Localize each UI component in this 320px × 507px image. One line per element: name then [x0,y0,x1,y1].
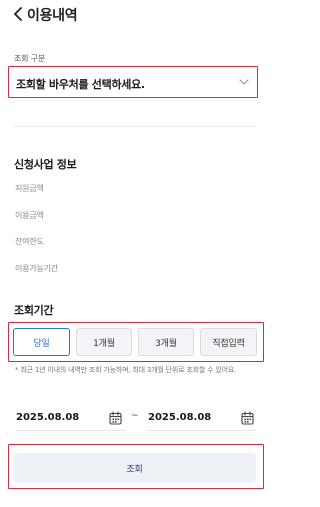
period-option-group: 당일 1개월 3개월 직접입력 [8,322,264,362]
info-item-available-period: 이용가능기간 [15,264,58,273]
section-divider [14,126,256,127]
header: 이용내역 [0,0,268,30]
chevron-left-icon [14,7,22,21]
info-item-used-amount: 이용금액 [15,211,44,220]
period-notice: * 최근 1년 이내의 내역만 조회 가능하며, 최대 3개월 단위로 조회할 … [15,366,237,374]
chevron-down-icon [239,79,249,85]
info-section-title: 신청사업 정보 [14,158,77,171]
voucher-select[interactable]: 조회할 바우처를 선택하세요. [8,66,258,98]
info-item-support-amount: 지원금액 [15,184,44,193]
period-custom-button[interactable]: 직접입력 [200,328,257,356]
end-date-underline [148,430,256,431]
period-1month-button[interactable]: 1개월 [76,328,132,356]
date-range-separator: ~ [131,411,139,421]
period-today-button[interactable]: 당일 [13,328,70,356]
info-item-remaining-limit: 잔여한도 [15,237,44,246]
voucher-select-placeholder: 조회할 바우처를 선택하세요. [16,78,145,91]
page-title: 이용내역 [27,8,78,24]
query-button[interactable]: 조회 [13,453,256,483]
start-date-field[interactable]: 2025.08.08 [16,408,126,431]
start-date-underline [16,430,126,431]
period-3month-button[interactable]: 3개월 [138,328,194,356]
query-button-container: 조회 [8,444,264,489]
end-date-field[interactable]: 2025.08.08 [148,408,256,431]
end-date-value: 2025.08.08 [148,412,212,423]
calendar-icon [109,411,122,425]
start-date-value: 2025.08.08 [16,412,80,423]
period-section-title: 조회기간 [14,304,54,317]
usage-history-page: 이용내역 조회 구분 조회할 바우처를 선택하세요. 신청사업 정보 지원금액 … [0,0,268,507]
calendar-icon [241,411,254,425]
voucher-label: 조회 구분 [14,54,45,63]
back-button[interactable] [10,6,26,22]
